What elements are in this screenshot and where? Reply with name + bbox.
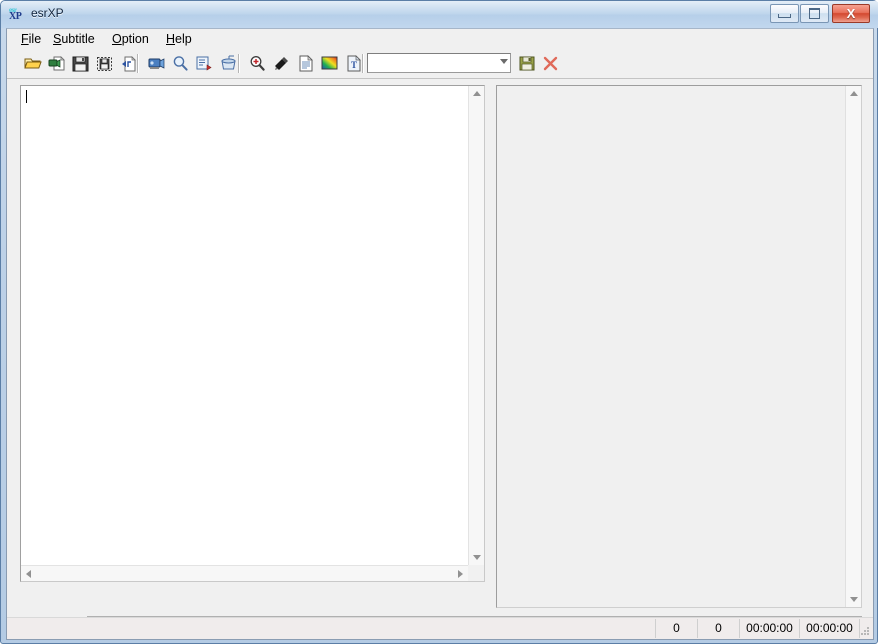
menu-accel-help: H — [166, 32, 175, 46]
pattern-combo[interactable] — [367, 53, 511, 73]
scroll-right-icon[interactable] — [458, 570, 463, 578]
zoom-in-icon — [247, 55, 268, 72]
text-caret — [26, 90, 27, 103]
toolbar-separator-3 — [362, 54, 364, 73]
recognize-button[interactable] — [193, 52, 216, 75]
menu-rest-help: elp — [175, 32, 192, 46]
menu-rest-option: ption — [122, 32, 149, 46]
video-capture-button[interactable] — [145, 52, 168, 75]
palette-icon — [319, 55, 340, 71]
status-time-1: 00:00:00 — [739, 619, 799, 638]
subtitle-text-editor[interactable] — [20, 85, 485, 582]
search-icon — [170, 55, 191, 72]
close-button[interactable]: X — [832, 4, 870, 23]
editor-horizontal-scrollbar[interactable] — [21, 565, 468, 581]
scroll-left-icon[interactable] — [26, 570, 31, 578]
chevron-down-icon[interactable] — [500, 59, 508, 64]
preview-scroll-down-icon[interactable] — [850, 597, 858, 602]
open-video-button[interactable] — [45, 52, 68, 75]
text-doc-icon: T — [343, 55, 364, 72]
menu-bar: File Subtitle Option Help — [7, 29, 873, 51]
menu-item-subtitle[interactable]: Subtitle — [51, 32, 97, 48]
scroll-down-icon[interactable] — [473, 555, 481, 560]
trash-icon — [218, 55, 239, 72]
menu-accel-option: O — [112, 32, 122, 46]
export-icon — [118, 55, 139, 72]
save-pattern-icon — [517, 55, 538, 72]
delete-pattern-button[interactable] — [539, 52, 562, 75]
editor-vertical-scrollbar[interactable] — [468, 86, 484, 565]
maximize-icon — [801, 5, 828, 22]
search-button[interactable] — [169, 52, 192, 75]
status-count-2: 0 — [697, 619, 739, 638]
video-capture-icon — [146, 55, 167, 72]
application-window: esr XP esrXP X File Subtitle Option Help — [0, 0, 878, 644]
minimize-icon — [771, 5, 798, 22]
save-button[interactable] — [69, 52, 92, 75]
menu-accel-file: F — [21, 32, 29, 46]
recognize-icon — [194, 55, 215, 72]
save-as-button[interactable] — [93, 52, 116, 75]
close-icon: X — [833, 5, 869, 22]
toolbar: T — [7, 50, 873, 79]
zoom-in-button[interactable] — [246, 52, 269, 75]
open-video-icon — [46, 55, 67, 72]
color-picker-icon — [271, 55, 292, 72]
save-as-icon — [94, 55, 115, 72]
preview-vertical-scrollbar[interactable] — [845, 86, 861, 607]
scroll-up-icon[interactable] — [473, 91, 481, 96]
delete-pattern-icon — [540, 55, 561, 72]
color-picker-button[interactable] — [270, 52, 293, 75]
preview-scroll-up-icon[interactable] — [850, 91, 858, 96]
toolbar-separator-2 — [238, 54, 240, 73]
svg-text:T: T — [350, 60, 356, 70]
subtitle-text-area[interactable] — [21, 86, 468, 565]
menu-item-file[interactable]: File — [19, 32, 43, 48]
menu-rest-subtitle: ubtitle — [61, 32, 94, 46]
palette-button[interactable] — [318, 52, 341, 75]
esrxp-logo-icon: esr XP — [9, 6, 26, 23]
save-icon — [70, 55, 91, 72]
menu-rest-file: ile — [29, 32, 42, 46]
open-icon — [22, 55, 43, 72]
status-blank-1 — [7, 619, 655, 638]
trash-button[interactable] — [217, 52, 240, 75]
logo-bottom-text: XP — [9, 13, 26, 21]
minimize-button[interactable] — [770, 4, 799, 23]
maximize-button[interactable] — [800, 4, 829, 23]
status-time-2: 00:00:00 — [799, 619, 859, 638]
status-bar: 0 0 00:00:00 00:00:00 — [7, 617, 873, 639]
resize-grip-icon[interactable] — [859, 625, 871, 637]
status-count-1: 0 — [655, 619, 697, 638]
menu-item-option[interactable]: Option — [110, 32, 151, 48]
title-bar[interactable]: esr XP esrXP X — [1, 1, 878, 28]
client-area: File Subtitle Option Help — [6, 28, 874, 640]
save-pattern-button[interactable] — [516, 52, 539, 75]
document-icon — [295, 55, 316, 72]
window-title: esrXP — [31, 6, 64, 20]
menu-item-help[interactable]: Help — [164, 32, 194, 48]
toolbar-separator-1 — [137, 54, 139, 73]
open-button[interactable] — [21, 52, 44, 75]
scrollbar-corner — [468, 565, 484, 581]
video-preview-pane[interactable] — [496, 85, 862, 608]
document-button[interactable] — [294, 52, 317, 75]
